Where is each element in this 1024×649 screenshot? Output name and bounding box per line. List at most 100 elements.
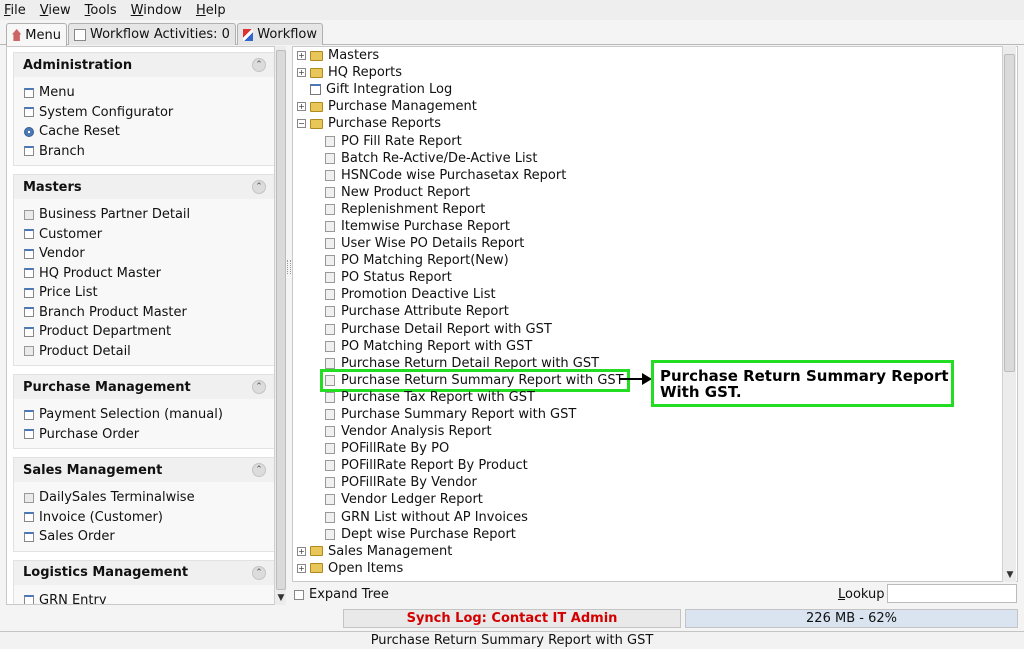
menu-item[interactable]: Branch Product Master	[14, 303, 274, 323]
menu-group-header[interactable]: Logistics Management ⌃	[14, 560, 274, 585]
tree-leaf[interactable]: POFillRate Report By Product	[293, 457, 1003, 474]
left-scrollbar[interactable]: ▼	[274, 46, 286, 605]
expand-tree-checkbox[interactable]: Expand Tree	[294, 587, 389, 602]
tree-leaf[interactable]: POFillRate By Vendor	[293, 474, 1003, 491]
tab-menu[interactable]: Menu	[6, 23, 67, 46]
menu-item[interactable]: Price List	[14, 283, 274, 303]
tree-leaf[interactable]: GRN List without AP Invoices	[293, 509, 1003, 526]
tab-bar: Menu Workflow Activities: 0 Workflow	[0, 21, 1024, 46]
menu-item[interactable]: Cache Reset	[14, 122, 274, 142]
tree-leaf[interactable]: Purchase Detail Report with GST	[293, 321, 1003, 338]
menu-group: Logistics Management ⌃ GRN Entry	[13, 559, 275, 604]
tree-leaf-label: HSNCode wise Purchasetax Report	[341, 167, 567, 183]
tab-workflow-activities[interactable]: Workflow Activities: 0	[68, 23, 236, 45]
collapse-icon[interactable]: −	[297, 119, 306, 129]
tree-leaf[interactable]: Vendor Ledger Report	[293, 491, 1003, 508]
menu-item[interactable]: Customer	[14, 225, 274, 245]
menu-item[interactable]: Invoice (Customer)	[14, 508, 274, 528]
tree-leaf[interactable]: Vendor Analysis Report	[293, 423, 1003, 440]
menu-item[interactable]: Business Partner Detail	[14, 205, 274, 225]
splitter-grip[interactable]	[287, 260, 291, 274]
menu-help[interactable]: Help	[196, 3, 226, 18]
tree-leaf[interactable]: Batch Re-Active/De-Active List	[293, 150, 1003, 167]
tree-node[interactable]: + Open Items	[293, 560, 1003, 577]
folder-icon	[310, 50, 323, 61]
expand-icon[interactable]: +	[297, 563, 306, 573]
scroll-down-arrow-icon[interactable]: ▼	[1003, 570, 1017, 582]
menu-item[interactable]: GRN Entry	[14, 591, 274, 604]
menu-item[interactable]: HQ Product Master	[14, 264, 274, 284]
tree-leaf[interactable]: Promotion Deactive List	[293, 286, 1003, 303]
menu-tools[interactable]: Tools	[85, 3, 117, 18]
menu-item[interactable]: Sales Order	[14, 527, 274, 547]
menu-item[interactable]: Branch	[14, 142, 274, 162]
menu-group-header[interactable]: Sales Management ⌃	[14, 458, 274, 482]
tree-leaf-content: Replenishment Report	[323, 202, 488, 217]
menu-group-header[interactable]: Purchase Management ⌃	[14, 375, 274, 399]
menu-group-header[interactable]: Administration ⌃	[14, 53, 274, 77]
tree-leaf-content: New Product Report	[323, 185, 473, 200]
tree-leaf[interactable]: Dept wise Purchase Report	[293, 526, 1003, 543]
expand-icon[interactable]: +	[297, 102, 306, 112]
lookup-input[interactable]	[887, 584, 1017, 603]
tree-leaf[interactable]: POFillRate By PO	[293, 440, 1003, 457]
tree-node[interactable]: + Purchase Management	[293, 98, 1003, 115]
tree-leaf[interactable]: HSNCode wise Purchasetax Report	[293, 167, 1003, 184]
menu-group: Purchase Management ⌃ Payment Selection (m…	[13, 374, 275, 449]
scroll-down-arrow-icon[interactable]: ▼	[275, 593, 287, 605]
collapse-icon[interactable]: ⌃	[252, 463, 266, 477]
menu-window[interactable]: Window	[131, 3, 182, 18]
doc-icon	[24, 326, 34, 337]
synch-log-button[interactable]: Synch Log: Contact IT Admin	[343, 609, 681, 628]
menu-group-header[interactable]: Masters ⌃	[14, 175, 274, 199]
tree-node[interactable]: + Sales Management	[293, 543, 1003, 560]
menu-file[interactable]: File	[4, 3, 26, 18]
tree-scrollbar[interactable]: ▼	[1002, 46, 1016, 582]
tree-leaf[interactable]: Purchase Summary Report with GST	[293, 406, 1003, 423]
tree-leaf[interactable]: PO Fill Rate Report	[293, 132, 1003, 149]
menu-item[interactable]: Vendor	[14, 244, 274, 264]
tab-workflow[interactable]: Workflow	[237, 23, 323, 45]
collapse-icon[interactable]: ⌃	[252, 58, 266, 72]
menu-item[interactable]: Purchase Order	[14, 425, 274, 445]
menu-group-title: Administration	[23, 57, 133, 73]
menu-item[interactable]: Product Department	[14, 322, 274, 342]
tree-leaf[interactable]: Itemwise Purchase Report	[293, 218, 1003, 235]
tree-leaf-content: HSNCode wise Purchasetax Report	[323, 168, 569, 183]
expand-icon[interactable]: +	[297, 68, 306, 78]
report-icon	[325, 135, 335, 147]
tree-leaf-content: Purchase Attribute Report	[323, 304, 512, 319]
menu-item[interactable]: System Configurator	[14, 103, 274, 123]
menu-view[interactable]: View	[40, 3, 71, 18]
tree-scrollbar-thumb[interactable]	[1004, 54, 1015, 372]
menu-group-items: Business Partner Detail Customer Vendor HQ …	[14, 199, 274, 365]
collapse-icon[interactable]: ⌃	[252, 380, 266, 394]
checkbox-icon[interactable]	[294, 589, 304, 600]
tree-leaf[interactable]: PO Matching Report(New)	[293, 252, 1003, 269]
menu-item[interactable]: Payment Selection (manual)	[14, 405, 274, 425]
tree-leaf[interactable]: PO Matching Report with GST	[293, 338, 1003, 355]
tree-leaf-content: Dept wise Purchase Report	[323, 527, 519, 542]
tree-leaf[interactable]: User Wise PO Details Report	[293, 235, 1003, 252]
doc-icon	[24, 429, 34, 440]
expand-icon[interactable]: +	[297, 51, 306, 61]
tree-leaf[interactable]: Replenishment Report	[293, 201, 1003, 218]
tree-node[interactable]: Gift Integration Log	[293, 81, 1003, 98]
tree-node[interactable]: + HQ Reports	[293, 64, 1003, 81]
menu-item[interactable]: Menu	[14, 83, 274, 103]
report-icon	[325, 528, 335, 540]
expand-icon[interactable]: +	[297, 546, 306, 556]
left-scrollbar-thumb[interactable]	[276, 50, 286, 590]
tree-leaf[interactable]: PO Status Report	[293, 269, 1003, 286]
tree-leaf[interactable]: New Product Report	[293, 184, 1003, 201]
tree-node[interactable]: + Masters	[293, 47, 1003, 64]
collapse-icon[interactable]: ⌃	[252, 180, 266, 194]
tree-node[interactable]: − Purchase Reports	[293, 115, 1003, 132]
collapse-icon[interactable]: ⌃	[252, 565, 266, 580]
tree-leaf-content: Vendor Analysis Report	[323, 424, 495, 439]
menu-item[interactable]: DailySales Terminalwise	[14, 488, 274, 508]
menu-item[interactable]: Product Detail	[14, 342, 274, 362]
menu-item-label: Vendor	[39, 246, 85, 262]
memory-indicator[interactable]: 226 MB - 62%	[685, 609, 1018, 628]
tree-leaf[interactable]: Purchase Attribute Report	[293, 303, 1003, 320]
